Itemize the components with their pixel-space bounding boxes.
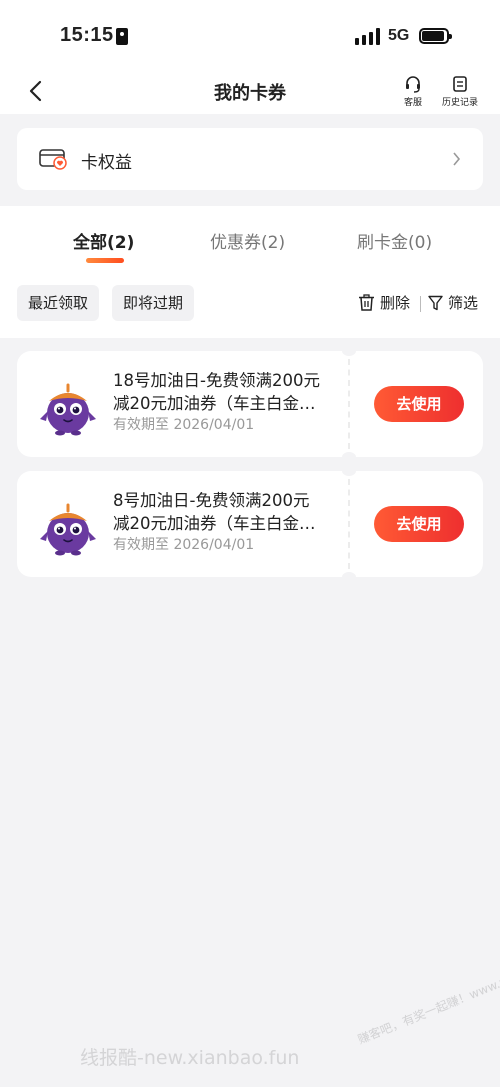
tab-all[interactable]: 全部(2) xyxy=(73,228,134,253)
coupon-title-line2: 减20元加油券（车主白金… xyxy=(113,394,316,413)
watermark-text: 线报酷-new.xianbao.fun xyxy=(80,1047,300,1069)
coupon-expiry: 有效期至 2026/04/01 xyxy=(113,417,255,433)
history-record-icon xyxy=(453,76,467,92)
trash-icon xyxy=(359,294,374,311)
coupon-title: 18号加油日-免费领满200元 减20元加油券（车主白金… xyxy=(113,369,348,415)
sort-expiring-chip[interactable]: 即将过期 xyxy=(112,285,195,321)
delete-label: 删除 xyxy=(380,294,411,312)
coupon-title-line2: 减20元加油券（车主白金… xyxy=(113,514,316,533)
tabs-panel: 全部(2) 优惠券(2) 刷卡金(0) 最近领取 即将过期 删除 筛选 xyxy=(0,206,500,338)
chevron-right-icon xyxy=(453,152,461,166)
coupon-title-line1: 8号加油日-免费领满200元 xyxy=(113,491,310,510)
filter-button[interactable]: 筛选 xyxy=(428,292,478,313)
battery-icon xyxy=(419,28,452,44)
coupon-card[interactable]: 8号加油日-免费领满200元 减20元加油券（车主白金… 有效期至 2026/0… xyxy=(17,466,483,582)
tool-divider xyxy=(420,296,421,312)
mascot-icon xyxy=(40,383,96,436)
coupon-title: 8号加油日-免费领满200元 减20元加油券（车主白金… xyxy=(113,489,348,535)
sort-recent-chip[interactable]: 最近领取 xyxy=(17,285,100,321)
coupon-notch xyxy=(342,466,356,476)
coupon-notch xyxy=(342,346,356,356)
watermark-text: 赚客吧，有奖一起赚！www.zuanke8.com xyxy=(355,946,500,1047)
use-coupon-button[interactable]: 去使用 xyxy=(374,386,464,422)
history-label: 历史记录 xyxy=(441,98,478,108)
active-tab-indicator xyxy=(86,258,124,263)
coupon-card[interactable]: 18号加油日-免费领满200元 减20元加油券（车主白金… 有效期至 2026/… xyxy=(17,346,483,462)
signal-icon xyxy=(355,27,381,45)
status-time: 15:15 xyxy=(60,24,114,46)
card-benefits-label: 卡权益 xyxy=(81,153,132,173)
card-heart-icon xyxy=(39,149,67,170)
history-button[interactable]: 历史记录 xyxy=(430,75,490,108)
id-card-icon xyxy=(116,28,128,45)
tab-coupons[interactable]: 优惠券(2) xyxy=(210,228,285,253)
customer-service-label: 客服 xyxy=(403,98,422,108)
delete-button[interactable]: 删除 xyxy=(358,292,410,313)
headset-icon xyxy=(406,76,420,93)
coupon-expiry: 有效期至 2026/04/01 xyxy=(113,537,255,553)
nav-bar: 我的卡券 客服 历史记录 xyxy=(0,70,500,114)
network-label: 5G xyxy=(388,27,410,44)
coupon-notch xyxy=(342,572,356,582)
coupon-notch xyxy=(342,452,356,462)
coupon-divider xyxy=(348,359,350,449)
filter-label: 筛选 xyxy=(448,294,479,312)
coupon-divider xyxy=(348,479,350,569)
use-coupon-button[interactable]: 去使用 xyxy=(374,506,464,542)
status-bar: 15:15 5G xyxy=(0,0,500,70)
mascot-icon xyxy=(40,503,96,556)
card-benefits-entry[interactable]: 卡权益 xyxy=(17,128,483,190)
tab-card-cash[interactable]: 刷卡金(0) xyxy=(357,228,432,253)
funnel-icon xyxy=(428,295,443,310)
coupon-title-line1: 18号加油日-免费领满200元 xyxy=(113,371,320,390)
